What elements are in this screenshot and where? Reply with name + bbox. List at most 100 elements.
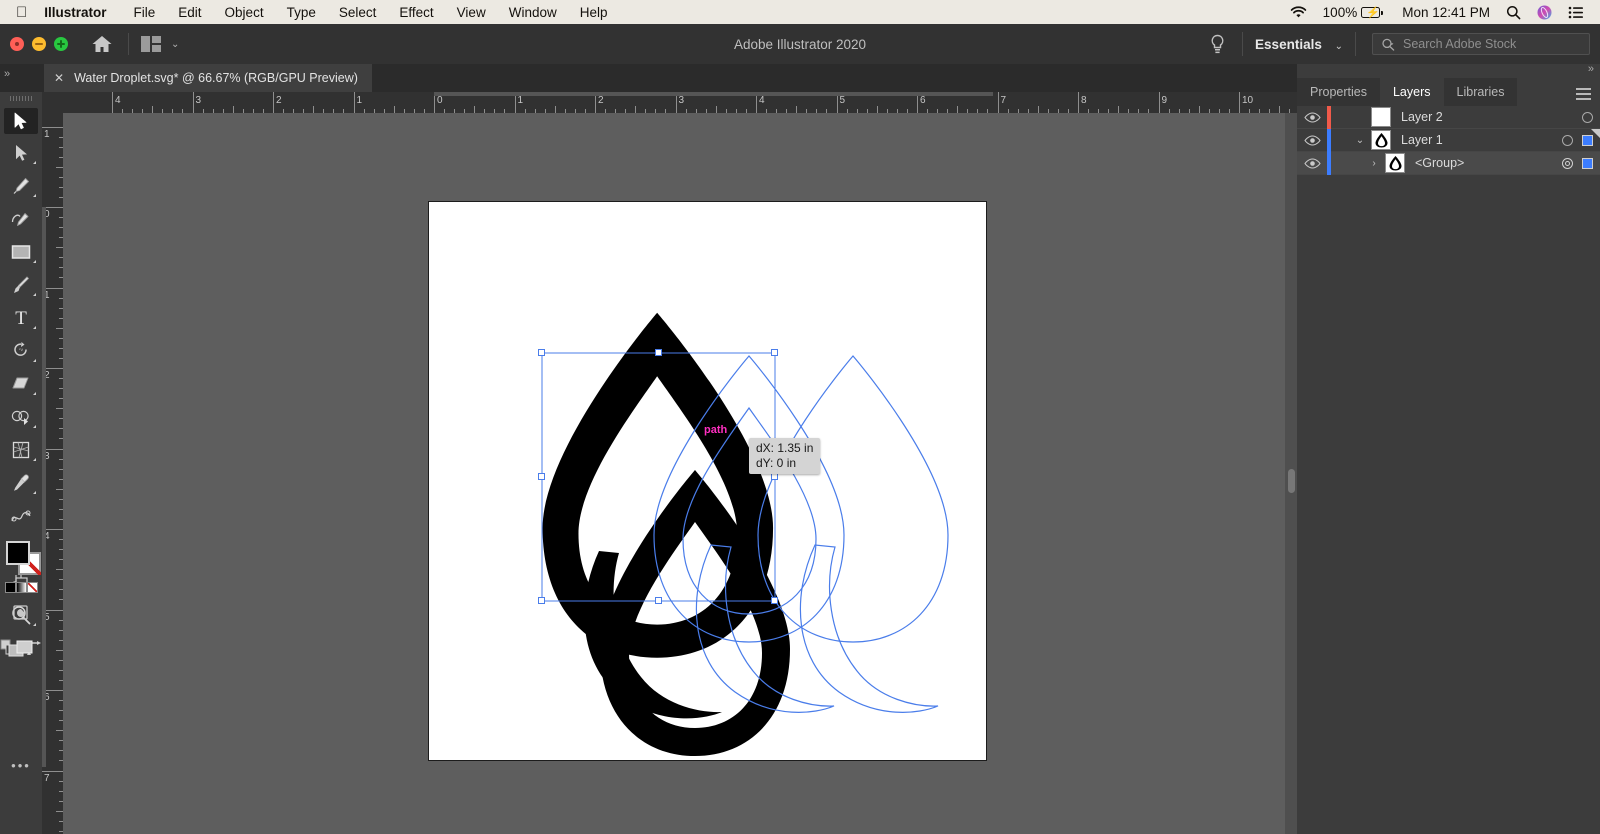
layer-list: Layer 2 ⌄ Layer 1 › <Group>	[1297, 105, 1600, 175]
menu-file[interactable]: File	[134, 5, 156, 20]
ruler-artboard-extent	[434, 92, 993, 96]
illustrator-window:  Illustrator File Edit Object Type Sele…	[0, 0, 1600, 834]
none-swatch-icon[interactable]	[27, 582, 38, 593]
menu-select[interactable]: Select	[339, 5, 377, 20]
collapse-panels-arrows-icon[interactable]: »	[1588, 63, 1594, 75]
group-thumbnail[interactable]	[1385, 153, 1405, 173]
ruler-minor-tick	[1037, 106, 1039, 113]
ruler-minor-tick	[56, 408, 63, 410]
workspace-switcher[interactable]: Essentials ⌄	[1255, 37, 1343, 52]
menu-help[interactable]: Help	[580, 5, 608, 20]
selection-handle-bottom-right[interactable]	[771, 597, 778, 604]
eraser-tool[interactable]	[4, 371, 38, 397]
eyedropper-tool[interactable]	[4, 470, 38, 496]
shape-builder-tool[interactable]	[4, 404, 38, 430]
tab-libraries[interactable]: Libraries	[1443, 78, 1518, 106]
selection-indicator-square[interactable]	[1582, 157, 1593, 169]
apple-logo-icon[interactable]: 	[16, 5, 27, 20]
artboard[interactable]	[428, 201, 987, 761]
vertical-scrollbar[interactable]	[1285, 113, 1297, 834]
panel-menu-icon[interactable]	[1576, 88, 1591, 100]
canvas-area[interactable]: path dX: 1.35 in dY: 0 in	[63, 113, 1297, 834]
group-name-label[interactable]: <Group>	[1415, 156, 1464, 170]
menu-object[interactable]: Object	[225, 5, 264, 20]
maximize-window-button[interactable]	[54, 37, 68, 51]
color-swatch-icon[interactable]	[5, 582, 16, 593]
battery-status[interactable]: 100% ⚡	[1323, 5, 1383, 20]
panel-grip-icon[interactable]	[6, 96, 36, 104]
eye-icon[interactable]	[1297, 134, 1327, 146]
arrange-documents-icon[interactable]: ⌄	[141, 36, 179, 52]
clock-label[interactable]: Mon 12:41 PM	[1402, 5, 1490, 20]
selection-handle-middle-left[interactable]	[538, 473, 545, 480]
tool-flyout-indicator-icon	[33, 293, 36, 296]
pen-tool[interactable]	[4, 173, 38, 199]
table-row[interactable]: › <Group>	[1297, 151, 1600, 175]
change-screen-mode-icon[interactable]	[0, 640, 42, 660]
selection-tool[interactable]	[4, 108, 38, 134]
menu-edit[interactable]: Edit	[178, 5, 201, 20]
siri-icon[interactable]	[1537, 5, 1552, 20]
blend-tool[interactable]	[4, 503, 38, 529]
menu-type[interactable]: Type	[287, 5, 316, 20]
edit-toolbar-button[interactable]: •••	[0, 758, 42, 773]
selection-handle-bottom-left[interactable]	[538, 597, 545, 604]
layer-name-label[interactable]: Layer 2	[1401, 110, 1443, 124]
target-circle-icon[interactable]	[1562, 134, 1573, 146]
search-icon[interactable]	[1506, 5, 1521, 20]
layer-name-label[interactable]: Layer 1	[1401, 133, 1443, 147]
minimize-window-button[interactable]	[32, 37, 46, 51]
paintbrush-tool[interactable]	[4, 272, 38, 298]
table-row[interactable]: Layer 2	[1297, 105, 1600, 129]
layer-disclosure-triangle[interactable]: ⌄	[1349, 135, 1371, 146]
gradient-mesh-tool[interactable]	[4, 437, 38, 463]
tab-layers[interactable]: Layers	[1379, 78, 1444, 106]
ruler-origin[interactable]	[42, 92, 63, 113]
menu-view[interactable]: View	[457, 5, 486, 20]
table-row[interactable]: ⌄ Layer 1	[1297, 128, 1600, 152]
fill-swatch[interactable]	[6, 541, 30, 565]
window-controls	[10, 37, 76, 51]
menu-effect[interactable]: Effect	[399, 5, 433, 20]
layer-thumbnail[interactable]	[1371, 107, 1391, 127]
close-window-button[interactable]	[10, 37, 24, 51]
target-circle-selected-icon[interactable]	[1562, 157, 1573, 169]
group-disclosure-triangle[interactable]: ›	[1363, 158, 1385, 169]
layer-color-bar	[1327, 151, 1331, 175]
direct-selection-tool[interactable]	[4, 140, 38, 166]
vertical-scrollbar-thumb[interactable]	[1288, 469, 1295, 493]
selection-handle-top-center[interactable]	[655, 349, 662, 356]
selection-handle-middle-right[interactable]	[771, 473, 778, 480]
curvature-tool[interactable]	[4, 206, 38, 232]
tool-flyout-indicator-icon	[33, 623, 36, 626]
gradient-swatch-icon[interactable]	[16, 582, 27, 593]
home-icon[interactable]	[90, 32, 114, 56]
document-tab[interactable]: ✕ Water Droplet.svg* @ 66.67% (RGB/GPU P…	[44, 64, 372, 92]
target-circle-icon[interactable]	[1582, 111, 1593, 123]
vertical-ruler[interactable]: 101234567	[42, 113, 63, 834]
selection-handle-top-left[interactable]	[538, 349, 545, 356]
rotate-tool[interactable]	[4, 338, 38, 364]
ruler-major-tick	[42, 126, 63, 128]
layer-row-controls	[1562, 134, 1593, 146]
tab-properties[interactable]: Properties	[1297, 78, 1380, 106]
tab-properties-label: Properties	[1310, 85, 1367, 99]
ruler-minor-tick	[957, 106, 959, 113]
lightbulb-icon[interactable]	[1204, 34, 1230, 55]
layer-thumbnail[interactable]	[1371, 130, 1391, 150]
rectangle-tool[interactable]	[4, 239, 38, 265]
eye-icon[interactable]	[1297, 157, 1327, 169]
wifi-icon[interactable]	[1290, 5, 1307, 19]
collapse-panel-arrows-icon[interactable]: »	[4, 68, 10, 80]
eye-icon[interactable]	[1297, 111, 1327, 123]
menu-window[interactable]: Window	[509, 5, 557, 20]
horizontal-ruler[interactable]: 4 3 2 1 0 1 2 3 4 5 6 7 8 9 10	[63, 92, 1297, 113]
close-icon[interactable]: ✕	[54, 71, 64, 85]
menu-illustrator[interactable]: Illustrator	[44, 5, 106, 20]
control-center-icon[interactable]	[1568, 6, 1584, 19]
search-input[interactable]: Search Adobe Stock	[1372, 33, 1590, 55]
selection-handle-bottom-center[interactable]	[655, 597, 662, 604]
type-tool[interactable]: T	[4, 305, 38, 331]
selection-handle-top-right[interactable]	[771, 349, 778, 356]
draw-normal-icon[interactable]	[0, 604, 42, 622]
